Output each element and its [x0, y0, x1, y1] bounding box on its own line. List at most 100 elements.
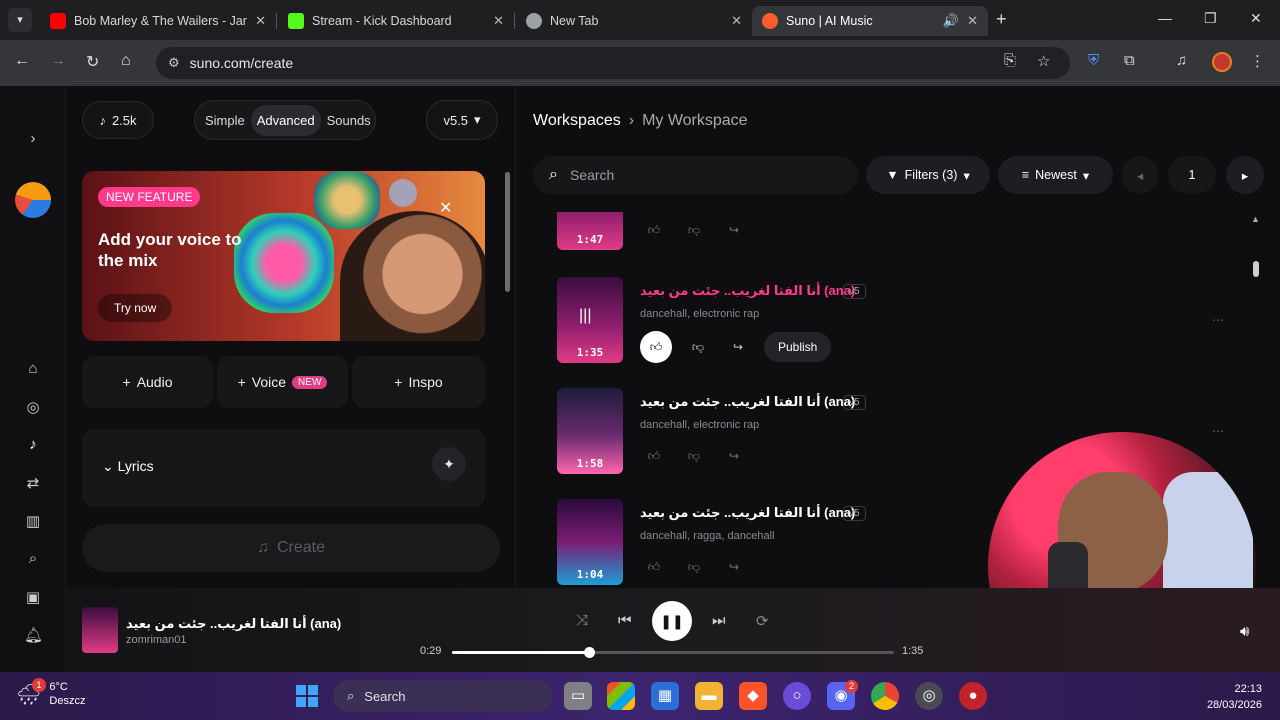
shuffle-icon[interactable]: ⤨ — [576, 612, 588, 629]
thumbs-up-icon[interactable]: 👍︎ — [640, 331, 672, 363]
forward-icon[interactable]: → — [50, 52, 66, 70]
tab-youtube[interactable]: Bob Marley & The Wailers - Jam ✕ — [40, 6, 276, 36]
close-icon[interactable]: ✕ — [731, 13, 742, 29]
search-icon[interactable]: ⌕ — [24, 550, 42, 567]
weather-widget[interactable]: 🌧︎ 1 6°C Deszcz — [16, 678, 85, 708]
publish-button[interactable]: Publish — [764, 332, 832, 362]
url-text[interactable]: suno.com/create — [190, 55, 294, 71]
song-cover[interactable]: 1:58 — [557, 388, 623, 474]
previous-track-icon[interactable]: ⏮︎ — [618, 612, 632, 629]
song-row[interactable]: 1:47 👍︎ 👎︎ ↪ — [557, 212, 1237, 250]
task-view-icon[interactable]: ▭ — [564, 682, 592, 710]
record-app-icon[interactable]: ● — [959, 682, 987, 710]
search-input[interactable]: ⌕ Search — [533, 156, 858, 194]
share-icon[interactable]: ↪ — [720, 553, 748, 581]
home-icon[interactable]: ⌂ — [24, 360, 42, 377]
windows-start-icon[interactable] — [296, 685, 318, 707]
model-select[interactable]: v5.5 ▾ — [426, 100, 498, 140]
mode-sounds[interactable]: Sounds — [321, 105, 377, 136]
close-icon[interactable]: ✕ — [967, 13, 978, 29]
more-options-icon[interactable]: ⋯ — [1212, 313, 1224, 327]
app-ring-icon[interactable]: ○ — [783, 682, 811, 710]
thumbs-up-icon[interactable]: 👍︎ — [640, 216, 668, 244]
progress-knob[interactable] — [584, 647, 596, 658]
notifications-bell-icon[interactable]: 🔔︎ — [24, 626, 43, 644]
workspace-scrollbar-thumb[interactable] — [1253, 261, 1259, 277]
repeat-icon[interactable]: ⟳ — [756, 612, 769, 630]
filters-button[interactable]: ▼ Filters (3) ▾ — [866, 156, 990, 194]
now-playing-title[interactable]: أنا الفتا لغريب.. جئت من بعيد (ana) — [126, 616, 341, 632]
media-control-icon[interactable]: ♫ — [1176, 52, 1187, 69]
tab-suno[interactable]: Suno | AI Music 🔊 ✕ — [752, 6, 988, 36]
explore-compass-icon[interactable]: ◎ — [24, 398, 42, 416]
lyrics-header[interactable]: ⌄ Lyrics — [102, 458, 154, 475]
thumbs-up-icon[interactable]: 👍︎ — [640, 553, 668, 581]
speaker-icon[interactable]: 🔊 — [943, 13, 959, 29]
next-track-icon[interactable]: ⏭︎ — [712, 612, 726, 629]
restore-icon[interactable]: ❐ — [1204, 10, 1217, 27]
page-number[interactable]: 1 — [1168, 156, 1216, 194]
sort-button[interactable]: ≡ Newest ▾ — [998, 156, 1113, 194]
extensions-puzzle-icon[interactable]: ⧉ — [1124, 52, 1135, 69]
inbox-icon[interactable]: ▣ — [24, 588, 42, 606]
song-row[interactable]: ||| 1:35 أنا الفتا لغريب.. جئت من بعيد (… — [557, 277, 1237, 367]
progress-slider[interactable] — [452, 647, 894, 658]
chrome-icon[interactable] — [871, 682, 899, 710]
scroll-up-arrow[interactable]: ▲ — [1251, 214, 1260, 224]
breadcrumb-current[interactable]: My Workspace — [642, 112, 748, 130]
create-music-icon[interactable]: ♪ — [24, 436, 42, 453]
add-inspo-button[interactable]: + Inspo — [352, 356, 485, 408]
share-icon[interactable]: ↪ — [720, 442, 748, 470]
now-playing-artist[interactable]: zomriman01 — [126, 634, 187, 646]
create-button[interactable]: ♫ Create — [82, 524, 500, 572]
menu-kebab-icon[interactable]: ⋮ — [1250, 52, 1265, 70]
library-icon[interactable]: ▥ — [24, 512, 42, 530]
thumbs-up-icon[interactable]: 👍︎ — [640, 442, 668, 470]
song-cover[interactable]: 1:04 — [557, 499, 623, 585]
scrollbar-thumb[interactable] — [505, 172, 510, 292]
share-icon[interactable]: ↪ — [720, 216, 748, 244]
lyrics-section[interactable]: ⌄ Lyrics ✦ — [82, 429, 485, 507]
breadcrumb-workspaces[interactable]: Workspaces — [533, 112, 621, 130]
song-title[interactable]: أنا الفتا لغريب.. جئت من بعيد (ana) — [640, 505, 855, 521]
magic-wand-icon[interactable]: ✦ — [432, 447, 466, 481]
prev-page-button[interactable]: ◂ — [1121, 156, 1159, 194]
feature-banner[interactable]: NEW FEATURE Add your voice to the mix Tr… — [82, 171, 485, 341]
expand-chevron-icon[interactable]: › — [24, 130, 42, 147]
song-title[interactable]: أنا الفتا لغريب.. جئت من بعيد (ana) — [640, 283, 855, 299]
close-icon[interactable]: ✕ — [493, 13, 504, 29]
close-icon[interactable]: ✕ — [255, 13, 266, 29]
tab-search-dropdown[interactable]: ▾ — [8, 8, 32, 32]
microsoft-store-icon[interactable]: ▦ — [651, 682, 679, 710]
reload-icon[interactable]: ↻ — [86, 52, 99, 72]
studio-icon[interactable]: ⇄ — [24, 474, 42, 492]
extension-shield-icon[interactable]: ⛨ — [1088, 52, 1099, 69]
home-icon[interactable]: ⌂ — [121, 52, 131, 70]
add-audio-button[interactable]: + Audio — [82, 356, 213, 408]
system-clock[interactable]: 22:13 28/03/2026 — [1190, 681, 1262, 713]
close-icon[interactable]: ✕ — [439, 198, 452, 218]
thumbs-down-icon[interactable]: 👎︎ — [680, 553, 708, 581]
song-cover[interactable]: 1:47 — [557, 212, 623, 250]
close-window-icon[interactable]: ✕ — [1250, 10, 1262, 27]
composer-scrollbar[interactable] — [504, 162, 510, 582]
file-explorer-icon[interactable]: ▬ — [695, 682, 723, 710]
taskbar-search[interactable]: ⌕ Search — [333, 680, 552, 712]
mode-advanced[interactable]: Advanced — [250, 104, 321, 136]
song-cover[interactable]: ||| 1:35 — [557, 277, 623, 363]
add-voice-button[interactable]: + Voice NEW — [217, 356, 348, 408]
thumbs-down-icon[interactable]: 👎︎ — [680, 216, 708, 244]
install-app-icon[interactable]: ⎘ — [1004, 52, 1016, 69]
address-bar[interactable]: ⚙ suno.com/create — [156, 47, 1070, 79]
share-icon[interactable]: ↪ — [724, 333, 752, 361]
back-icon[interactable]: ← — [14, 52, 30, 70]
tab-new-tab[interactable]: New Tab ✕ — [516, 6, 752, 36]
mode-simple[interactable]: Simple — [199, 105, 251, 136]
next-page-button[interactable]: ▸ — [1226, 156, 1264, 194]
user-avatar[interactable] — [15, 182, 51, 218]
site-info-icon[interactable]: ⚙ — [168, 55, 180, 71]
obs-icon[interactable]: ◎ — [915, 682, 943, 710]
bookmark-star-icon[interactable]: ☆ — [1037, 52, 1050, 70]
new-tab-button[interactable]: + — [996, 9, 1007, 30]
profile-avatar[interactable] — [1212, 52, 1232, 72]
